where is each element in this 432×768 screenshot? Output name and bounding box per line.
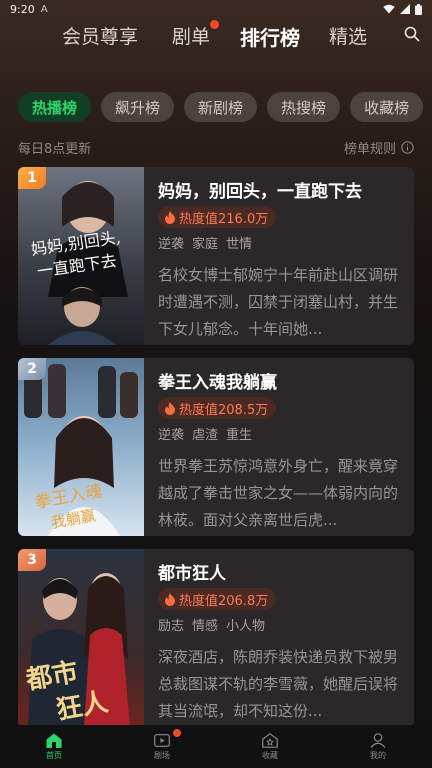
- collect-icon: [262, 732, 278, 748]
- drama-title: 都市狂人: [158, 564, 226, 584]
- heat-value: 热度值216.0万: [179, 211, 269, 227]
- chip-hot[interactable]: 热播榜: [18, 92, 92, 122]
- tab-playlist[interactable]: 剧单: [172, 20, 220, 49]
- ranking-chips: 热播榜 飙升榜 新剧榜 热搜榜 收藏榜: [18, 92, 424, 122]
- tag: 家庭: [192, 237, 219, 252]
- tab-label: 剧单: [172, 26, 211, 48]
- tag: 逆袭: [158, 237, 185, 252]
- status-time: 9:20: [10, 2, 35, 16]
- rules-link[interactable]: 榜单规则: [344, 138, 414, 157]
- heat-badge: 热度值216.0万: [158, 206, 277, 228]
- tag-list: 励志 情感 小人物: [158, 615, 404, 634]
- list-subheader: 每日8点更新 榜单规则: [18, 138, 414, 157]
- drama-title: 拳王入魂我躺赢: [158, 373, 277, 393]
- signal-icon: [400, 4, 410, 14]
- nav-label: 我的: [370, 750, 386, 760]
- nav-label: 首页: [46, 750, 62, 760]
- nav-collect[interactable]: 收藏: [216, 725, 324, 768]
- wifi-icon: [383, 4, 395, 14]
- rules-label: 榜单规则: [343, 141, 396, 157]
- heat-badge: 热度值206.8万: [158, 588, 277, 610]
- nav-label: 收藏: [262, 750, 278, 760]
- chip-rising[interactable]: 飙升榜: [101, 92, 175, 122]
- notification-dot: [172, 729, 181, 737]
- status-bar: 9:20 A: [0, 0, 432, 18]
- drama-description: 深夜酒店，陈朗乔装快递员救下被男总裁图谋不轨的李雪薇，她醒后误将其当流氓，却不知…: [158, 648, 399, 720]
- ranking-card[interactable]: 拳王入魂 我躺赢 2 拳王入魂我躺赢 热度值208.5万 逆袭 虐渣 重生 世界…: [18, 358, 414, 536]
- top-nav: 会员尊享 剧单 排行榜 精选: [0, 18, 432, 54]
- tab-ranking[interactable]: 排行榜: [240, 22, 300, 51]
- theater-icon: [154, 733, 170, 747]
- battery-icon: [415, 3, 422, 15]
- chip-search[interactable]: 热搜榜: [267, 92, 341, 122]
- rank-badge: 3: [18, 549, 46, 571]
- heat-badge: 热度值208.5万: [158, 397, 277, 419]
- tab-vip[interactable]: 会员尊享: [62, 22, 138, 49]
- card-info: 都市狂人 热度值206.8万 励志 情感 小人物 深夜酒店，陈朗乔装快递员救下被…: [158, 549, 404, 725]
- heat-value: 热度值208.5万: [179, 402, 269, 418]
- tab-featured[interactable]: 精选: [329, 22, 367, 49]
- poster-image: 都市 狂人: [18, 549, 144, 727]
- notification-dot: [210, 20, 220, 29]
- profile-icon: [370, 732, 386, 748]
- drama-description: 世界拳王苏惊鸿意外身亡，醒来竟穿越成了拳击世家之女——体弱内向的林莜。面对父亲离…: [158, 457, 399, 529]
- home-icon: [46, 733, 62, 748]
- status-icons: [383, 3, 422, 15]
- drama-title: 妈妈，别回头，一直跑下去: [158, 182, 362, 202]
- ranking-card[interactable]: 妈妈,别回头, 一直跑下去 1 妈妈，别回头，一直跑下去 热度值216.0万 逆…: [18, 167, 414, 345]
- drama-description: 名校女博士郁婉宁十年前赴山区调研时遭遇不测，囚禁于闭塞山村，并生下女儿郁念。十年…: [158, 266, 399, 338]
- tag-list: 逆袭 家庭 世情: [158, 233, 404, 252]
- update-note: 每日8点更新: [18, 141, 92, 157]
- nav-home[interactable]: 首页: [0, 725, 108, 768]
- tag: 励志: [158, 619, 185, 634]
- flame-icon: [165, 401, 175, 415]
- flame-icon: [165, 210, 175, 224]
- info-icon: [401, 140, 414, 154]
- drama-poster[interactable]: 拳王入魂 我躺赢 2: [18, 358, 144, 536]
- nav-theater[interactable]: 剧场: [108, 725, 216, 768]
- rank-badge: 2: [18, 358, 46, 380]
- bottom-nav: 首页 剧场 收藏 我的: [0, 725, 432, 768]
- card-info: 拳王入魂我躺赢 热度值208.5万 逆袭 虐渣 重生 世界拳王苏惊鸿意外身亡，醒…: [158, 358, 404, 534]
- drama-poster[interactable]: 妈妈,别回头, 一直跑下去 1: [18, 167, 144, 345]
- tab-label: 精选: [329, 26, 368, 48]
- poster-image: 拳王入魂 我躺赢: [18, 358, 144, 536]
- tag: 小人物: [226, 619, 266, 634]
- tag: 逆袭: [158, 428, 185, 443]
- nav-label: 剧场: [154, 750, 170, 760]
- nav-profile[interactable]: 我的: [324, 725, 432, 768]
- rank-badge: 1: [18, 167, 46, 189]
- heat-value: 热度值206.8万: [179, 593, 269, 609]
- drama-poster[interactable]: 都市 狂人 3: [18, 549, 144, 727]
- search-icon[interactable]: [404, 26, 420, 42]
- chip-new[interactable]: 新剧榜: [184, 92, 258, 122]
- ranking-card[interactable]: 都市 狂人 3 都市狂人 热度值206.8万 励志 情感 小人物 深夜酒店，陈朗…: [18, 549, 414, 727]
- tab-label: 排行榜: [240, 26, 300, 50]
- card-info: 妈妈，别回头，一直跑下去 热度值216.0万 逆袭 家庭 世情 名校女博士郁婉宁…: [158, 167, 404, 343]
- chip-collect[interactable]: 收藏榜: [350, 92, 424, 122]
- tag: 情感: [192, 619, 219, 634]
- poster-image: 妈妈,别回头, 一直跑下去: [18, 167, 144, 345]
- notification-a-icon: A: [40, 3, 48, 15]
- tag-list: 逆袭 虐渣 重生: [158, 424, 404, 443]
- tag: 世情: [226, 237, 253, 252]
- flame-icon: [165, 592, 175, 606]
- tab-label: 会员尊享: [62, 26, 139, 48]
- tag: 虐渣: [192, 428, 219, 443]
- tag: 重生: [226, 428, 253, 443]
